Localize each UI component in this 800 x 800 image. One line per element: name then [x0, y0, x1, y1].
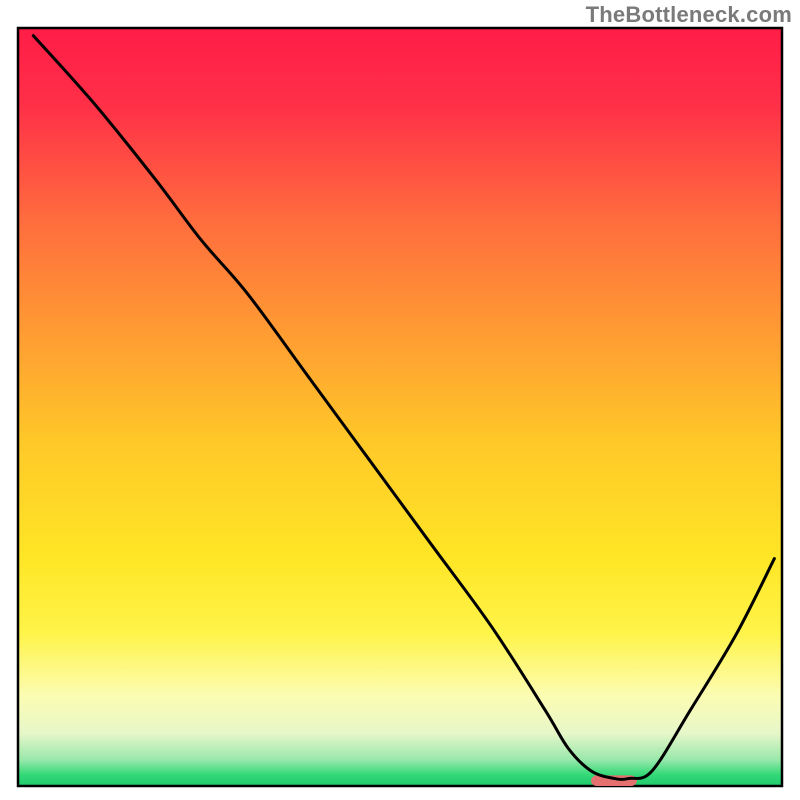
plot-background: [18, 28, 782, 786]
bottleneck-chart: [0, 0, 800, 800]
chart-container: TheBottleneck.com: [0, 0, 800, 800]
